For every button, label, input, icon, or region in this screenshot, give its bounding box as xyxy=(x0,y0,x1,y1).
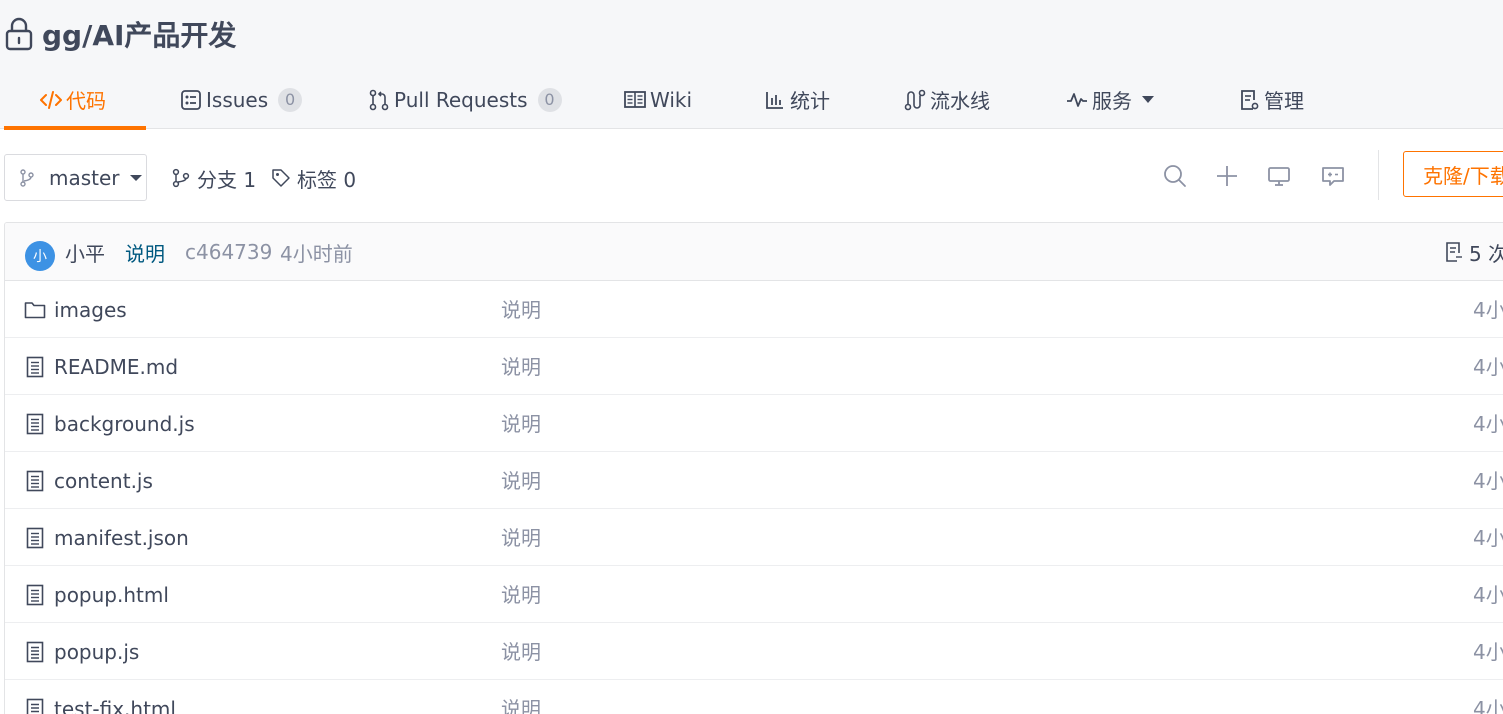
branches-label: 分支 1 xyxy=(197,167,257,192)
tab-stats[interactable]: 统计 xyxy=(764,70,830,129)
code-icon xyxy=(40,89,62,111)
lock-icon xyxy=(4,16,34,52)
table-row[interactable]: test-fix.html 说明 4小时前 xyxy=(5,680,1503,714)
file-icon xyxy=(24,697,46,714)
repo-header: gg/AI产品开发 代码 Issues 0 Pull Requests 0 Wi… xyxy=(0,0,1503,130)
commit-count-label: 5 次提交 xyxy=(1469,241,1503,266)
file-commit-time: 4小时前 xyxy=(1473,697,1503,714)
file-name[interactable]: content.js xyxy=(54,467,153,495)
issues-count-badge: 0 xyxy=(278,87,303,112)
tab-label: 管理 xyxy=(1264,89,1304,113)
tab-label: 服务 xyxy=(1092,89,1132,113)
tab-code[interactable]: 代码 xyxy=(4,70,146,130)
tags-label: 标签 0 xyxy=(297,167,357,192)
table-row[interactable]: popup.js 说明 4小时前 xyxy=(5,623,1503,680)
commit-count-link[interactable]: 5 次提交 xyxy=(1445,238,1503,266)
pipeline-icon xyxy=(904,89,926,111)
file-icon xyxy=(24,412,46,436)
file-commit-message[interactable]: 说明 xyxy=(501,467,541,495)
pull-request-icon xyxy=(368,89,390,111)
table-row[interactable]: background.js 说明 4小时前 xyxy=(5,395,1503,452)
file-name[interactable]: manifest.json xyxy=(54,524,189,552)
file-icon xyxy=(24,469,46,493)
file-commit-message[interactable]: 说明 xyxy=(501,296,541,324)
repo-title: gg/AI产品开发 xyxy=(4,14,236,54)
table-row[interactable]: images 说明 4小时前 xyxy=(5,281,1503,338)
tab-manage[interactable]: 管理 xyxy=(1238,70,1304,129)
search-icon[interactable] xyxy=(1161,162,1189,190)
file-icon xyxy=(24,526,46,550)
file-icon xyxy=(24,640,46,664)
monitor-icon[interactable] xyxy=(1265,162,1293,190)
file-name[interactable]: popup.js xyxy=(54,638,139,666)
branches-link[interactable]: 分支 1 xyxy=(171,164,256,192)
file-commit-time: 4小时前 xyxy=(1473,583,1503,607)
web-ide-icon[interactable] xyxy=(1319,162,1347,190)
tab-issues[interactable]: Issues 0 xyxy=(180,70,303,129)
tab-label: 统计 xyxy=(790,89,830,113)
tab-label: Issues xyxy=(206,87,269,112)
file-icon xyxy=(24,583,46,607)
latest-commit-bar: 小 小平 说明 c464739 4小时前 5 次提交 xyxy=(5,223,1503,281)
table-row[interactable]: README.md 说明 4小时前 xyxy=(5,338,1503,395)
avatar[interactable]: 小 xyxy=(25,241,55,271)
file-name[interactable]: popup.html xyxy=(54,581,169,609)
file-name[interactable]: README.md xyxy=(54,353,178,381)
file-commit-time: 4小时前 xyxy=(1473,640,1503,664)
file-commit-time: 4小时前 xyxy=(1473,412,1503,436)
commit-list-icon xyxy=(1445,241,1463,263)
tab-label: 流水线 xyxy=(930,89,990,113)
repo-name[interactable]: gg/AI产品开发 xyxy=(42,14,236,54)
tab-wiki[interactable]: Wiki xyxy=(624,70,692,129)
tag-icon xyxy=(271,168,291,188)
tab-pull-requests[interactable]: Pull Requests 0 xyxy=(368,70,562,129)
file-commit-message[interactable]: 说明 xyxy=(501,638,541,666)
tab-label: Pull Requests xyxy=(394,87,528,112)
tab-label: Wiki xyxy=(650,87,693,112)
settings-doc-icon xyxy=(1238,89,1260,111)
issues-icon xyxy=(180,89,202,111)
branch-icon xyxy=(19,168,35,187)
file-commit-time: 4小时前 xyxy=(1473,526,1503,550)
file-commit-time: 4小时前 xyxy=(1473,355,1503,379)
commit-message[interactable]: 说明 xyxy=(125,238,165,266)
pulse-icon xyxy=(1066,89,1088,111)
file-icon xyxy=(24,355,46,379)
folder-icon xyxy=(24,298,46,322)
clone-download-button[interactable]: 克隆/下载 xyxy=(1403,151,1503,197)
file-name[interactable]: images xyxy=(54,296,127,324)
branch-select[interactable]: master xyxy=(4,154,147,201)
file-commit-time: 4小时前 xyxy=(1473,298,1503,322)
table-row[interactable]: popup.html 说明 4小时前 xyxy=(5,566,1503,623)
file-name[interactable]: background.js xyxy=(54,410,195,438)
chevron-down-icon xyxy=(1142,96,1154,103)
tab-label: 代码 xyxy=(66,89,106,113)
pull-requests-count-badge: 0 xyxy=(537,87,562,112)
tags-link[interactable]: 标签 0 xyxy=(271,164,356,192)
file-commit-message[interactable]: 说明 xyxy=(501,695,541,714)
tab-services[interactable]: 服务 xyxy=(1066,70,1154,129)
commit-hash[interactable]: c464739 xyxy=(185,238,272,266)
commit-time: 4小时前 xyxy=(280,241,353,266)
file-commit-message[interactable]: 说明 xyxy=(501,353,541,381)
chart-icon xyxy=(764,89,786,111)
file-commit-message[interactable]: 说明 xyxy=(501,524,541,552)
file-commit-message[interactable]: 说明 xyxy=(501,581,541,609)
commit-author[interactable]: 小平 xyxy=(65,238,105,266)
table-row[interactable]: manifest.json 说明 4小时前 xyxy=(5,509,1503,566)
chevron-down-icon xyxy=(129,174,142,181)
file-list: 小 小平 说明 c464739 4小时前 5 次提交 images 说明 4小时… xyxy=(4,222,1503,714)
file-name[interactable]: test-fix.html xyxy=(54,695,176,714)
tab-pipeline[interactable]: 流水线 xyxy=(904,70,990,129)
file-commit-message[interactable]: 说明 xyxy=(501,410,541,438)
branch-name: master xyxy=(49,165,120,190)
branch-icon xyxy=(171,168,191,188)
file-commit-time: 4小时前 xyxy=(1473,469,1503,493)
repo-tabs: 代码 Issues 0 Pull Requests 0 Wiki 统计 流水线 … xyxy=(0,70,1503,130)
toolbar-divider xyxy=(1378,150,1379,200)
plus-icon[interactable] xyxy=(1213,162,1241,190)
table-row[interactable]: content.js 说明 4小时前 xyxy=(5,452,1503,509)
book-icon xyxy=(624,89,646,111)
